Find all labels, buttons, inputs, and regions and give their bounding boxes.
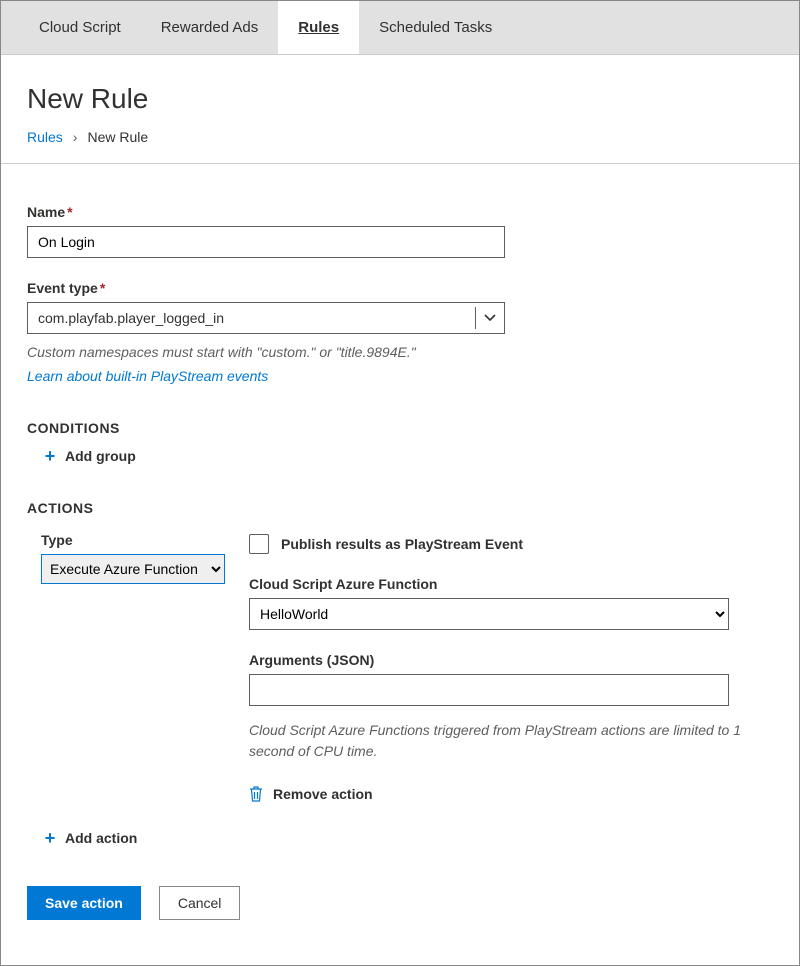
add-group-label: Add group [65, 448, 136, 464]
event-type-value: com.playfab.player_logged_in [38, 310, 475, 326]
add-action-button[interactable]: + Add action [43, 830, 773, 846]
tab-rewarded-ads[interactable]: Rewarded Ads [141, 1, 279, 54]
arguments-input[interactable] [249, 674, 729, 706]
remove-action-button[interactable]: Remove action [249, 786, 781, 802]
event-type-label: Event type* [27, 280, 773, 296]
trash-icon [249, 786, 263, 802]
arguments-label: Arguments (JSON) [249, 652, 781, 668]
chevron-down-icon [484, 312, 496, 324]
publish-results-checkbox[interactable] [249, 534, 269, 554]
plus-icon: + [43, 831, 57, 845]
chevron-right-icon: › [73, 129, 78, 145]
combo-divider [475, 307, 476, 329]
action-type-select[interactable]: Execute Azure Function [41, 554, 225, 584]
plus-icon: + [43, 449, 57, 463]
publish-results-label: Publish results as PlayStream Event [281, 536, 523, 552]
azure-function-label: Cloud Script Azure Function [249, 576, 781, 592]
add-action-label: Add action [65, 830, 137, 846]
action-type-label: Type [41, 532, 225, 548]
conditions-header: CONDITIONS [27, 420, 773, 436]
actions-header: ACTIONS [27, 500, 773, 516]
add-group-button[interactable]: + Add group [43, 448, 773, 464]
divider [1, 163, 799, 164]
cpu-time-note: Cloud Script Azure Functions triggered f… [249, 720, 781, 762]
breadcrumb-rules-link[interactable]: Rules [27, 129, 63, 145]
breadcrumb-current: New Rule [87, 129, 148, 145]
cancel-button[interactable]: Cancel [159, 886, 241, 920]
breadcrumb: Rules › New Rule [27, 129, 773, 145]
tab-scheduled-tasks[interactable]: Scheduled Tasks [359, 1, 512, 54]
event-type-combobox[interactable]: com.playfab.player_logged_in [27, 302, 505, 334]
name-input[interactable] [27, 226, 505, 258]
required-indicator: * [100, 280, 105, 296]
tab-cloud-script[interactable]: Cloud Script [1, 1, 141, 54]
namespace-hint: Custom namespaces must start with "custo… [27, 344, 773, 360]
page-title: New Rule [27, 83, 773, 115]
azure-function-select[interactable]: HelloWorld [249, 598, 729, 630]
name-label: Name* [27, 204, 773, 220]
learn-playstream-link[interactable]: Learn about built-in PlayStream events [27, 368, 773, 384]
remove-action-label: Remove action [273, 786, 373, 802]
tabbar: Cloud Script Rewarded Ads Rules Schedule… [1, 1, 799, 55]
tab-rules[interactable]: Rules [278, 1, 359, 54]
required-indicator: * [67, 204, 72, 220]
save-action-button[interactable]: Save action [27, 886, 141, 920]
